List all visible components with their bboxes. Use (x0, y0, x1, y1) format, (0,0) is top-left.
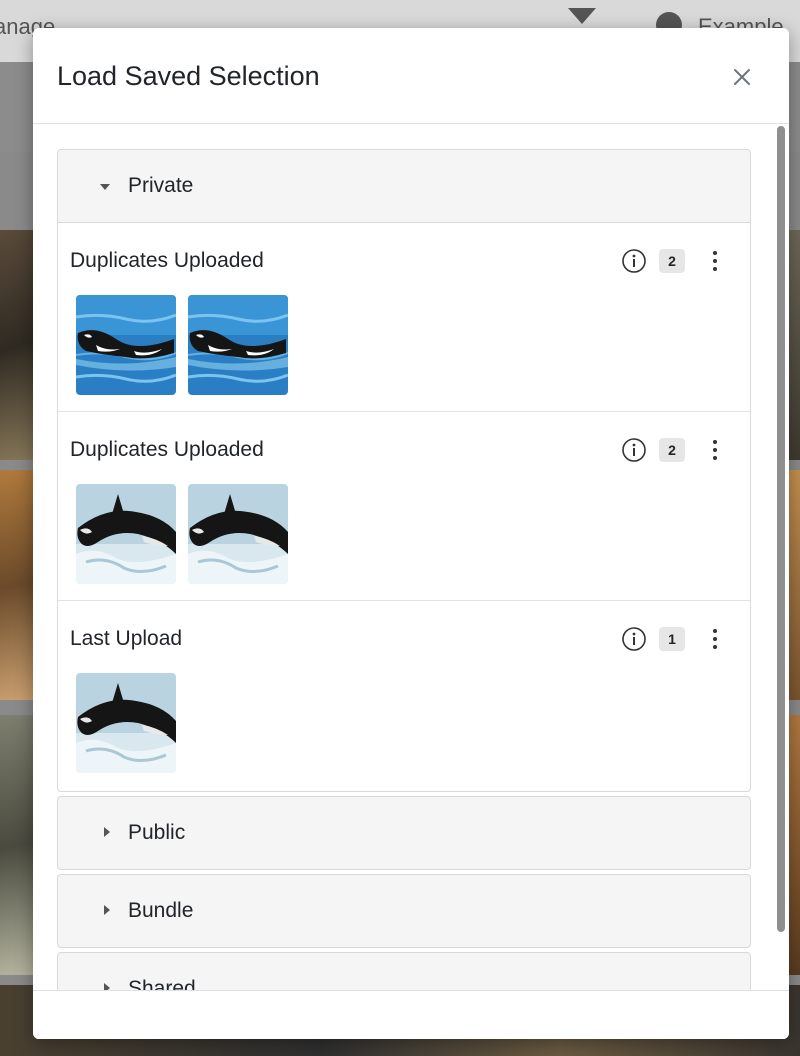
info-circle-icon[interactable] (621, 248, 647, 274)
count-badge: 1 (659, 627, 685, 651)
info-circle-icon[interactable] (621, 626, 647, 652)
saved-selection-item[interactable]: Last Upload 1 (58, 601, 750, 791)
thumbnail-strip (76, 484, 288, 584)
scrollbar-thumb[interactable] (777, 126, 785, 932)
thumbnail-orca-swimming[interactable] (188, 295, 288, 395)
group-header-private[interactable]: Private (57, 149, 751, 223)
group-label: Private (128, 174, 194, 197)
modal-body: Private Duplicates Uploaded 2 Duplicates… (33, 124, 789, 990)
close-button[interactable] (725, 60, 759, 94)
info-circle-icon[interactable] (621, 437, 647, 463)
saved-selection-item[interactable]: Duplicates Uploaded 2 (58, 223, 750, 412)
thumbnail-strip (76, 673, 176, 773)
thumbnail-orca-jumping[interactable] (76, 673, 176, 773)
modal-footer (33, 990, 789, 1039)
group-label: Public (128, 821, 186, 844)
count-badge: 2 (659, 438, 685, 462)
group-label: Shared (128, 977, 196, 990)
caret-down-icon (100, 184, 110, 190)
modal-title: Load Saved Selection (57, 61, 320, 91)
group-header-shared[interactable]: Shared (57, 952, 751, 990)
caret-right-icon (104, 905, 110, 915)
kebab-menu-icon[interactable] (702, 247, 728, 275)
group-header-public[interactable]: Public (57, 796, 751, 870)
caret-right-icon (104, 827, 110, 837)
count-badge: 2 (659, 249, 685, 273)
modal-header: Load Saved Selection (33, 28, 789, 124)
group-items-private: Duplicates Uploaded 2 Duplicates Uploade… (57, 223, 751, 792)
selection-accordion: Private Duplicates Uploaded 2 Duplicates… (57, 149, 751, 990)
group-header-bundle[interactable]: Bundle (57, 874, 751, 948)
thumbnail-orca-jumping[interactable] (76, 484, 176, 584)
selection-name: Duplicates Uploaded (70, 438, 264, 461)
kebab-menu-icon[interactable] (702, 625, 728, 653)
caret-right-icon (104, 983, 110, 990)
filter-icon (568, 8, 596, 24)
load-saved-selection-modal: Load Saved Selection Private Duplicates … (33, 28, 789, 1039)
scrollbar[interactable] (774, 126, 787, 990)
thumbnail-orca-swimming[interactable] (76, 295, 176, 395)
kebab-menu-icon[interactable] (702, 436, 728, 464)
close-icon (734, 69, 750, 85)
saved-selection-item[interactable]: Duplicates Uploaded 2 (58, 412, 750, 601)
selection-name: Duplicates Uploaded (70, 249, 264, 272)
group-label: Bundle (128, 899, 194, 922)
thumbnail-strip (76, 295, 288, 395)
thumbnail-orca-jumping[interactable] (188, 484, 288, 584)
selection-name: Last Upload (70, 627, 183, 650)
